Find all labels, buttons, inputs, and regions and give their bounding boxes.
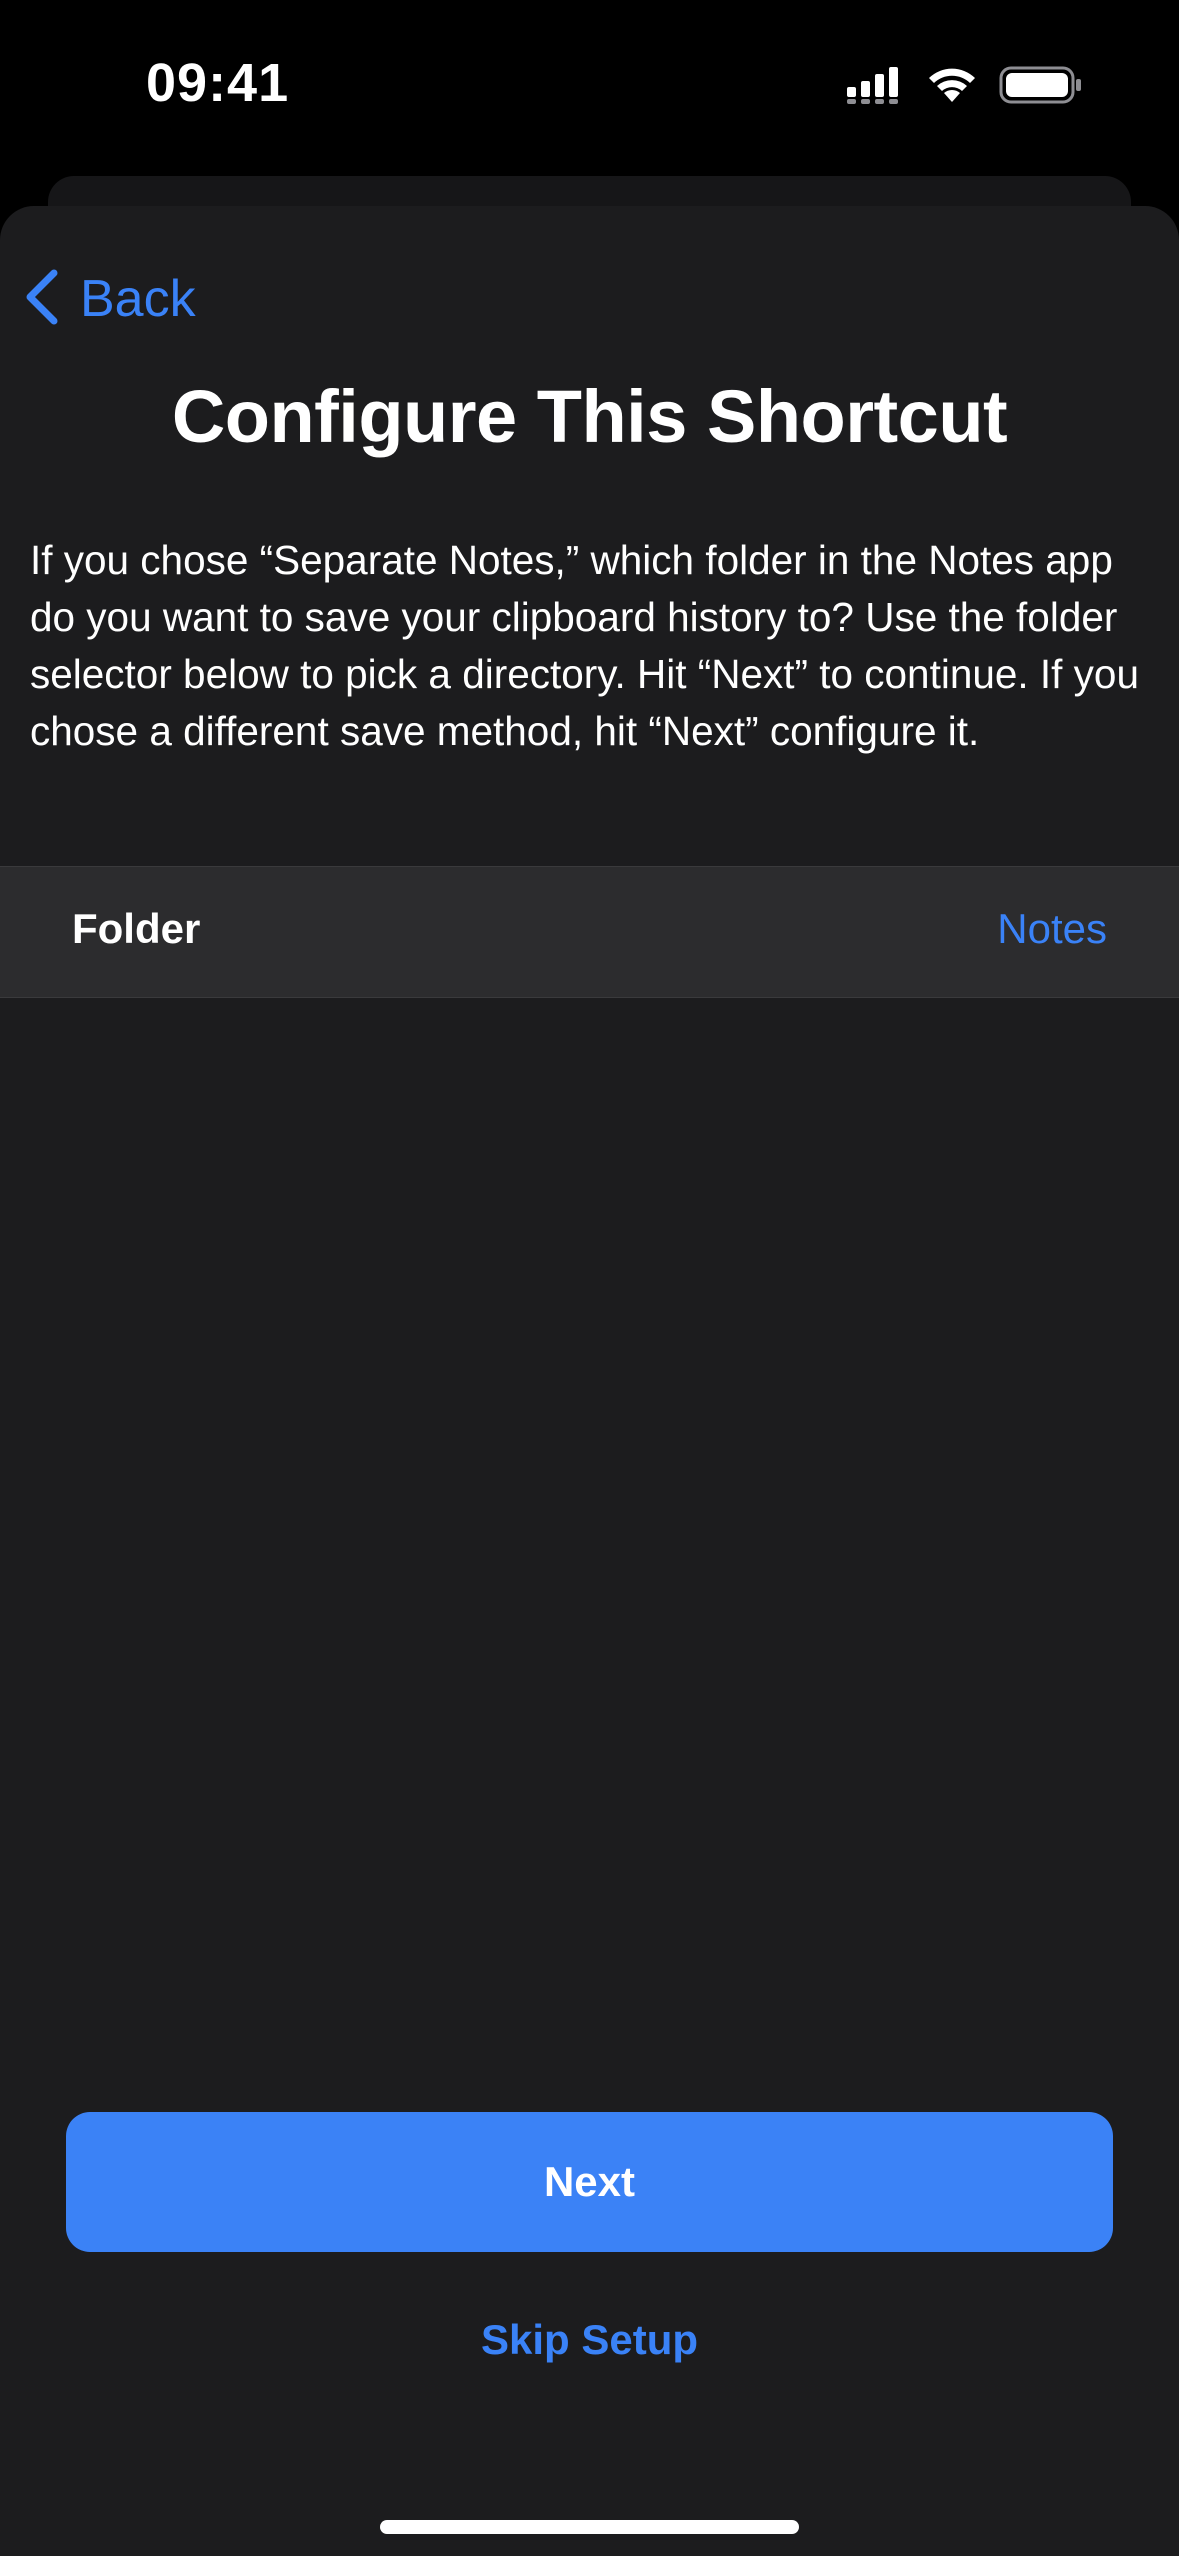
status-bar: 09:41 xyxy=(0,0,1179,170)
cellular-signal-icon xyxy=(845,65,905,110)
page-title: Configure This Shortcut xyxy=(171,375,1008,458)
chevron-left-icon xyxy=(22,267,62,332)
folder-label: Folder xyxy=(72,905,201,952)
next-button[interactable]: Next xyxy=(66,2112,1113,2252)
status-time: 09:41 xyxy=(146,53,290,113)
home-indicator[interactable] xyxy=(380,2520,799,2534)
skip-setup-button[interactable]: Skip Setup xyxy=(0,2316,1179,2364)
wifi-icon xyxy=(927,66,977,109)
back-button[interactable]: Back xyxy=(22,264,196,334)
folder-selector-row[interactable]: Folder Notes xyxy=(0,866,1179,998)
battery-icon xyxy=(999,65,1083,110)
status-icons xyxy=(845,62,1083,112)
back-label: Back xyxy=(80,270,196,328)
next-button-label: Next xyxy=(543,2158,636,2205)
screen: 09:41 Back Configure This Shortcut If yo… xyxy=(0,0,1179,2556)
configuration-sheet: Back Configure This Shortcut If you chos… xyxy=(0,206,1179,2556)
description-text: If you chose “Separate Notes,” which fol… xyxy=(30,537,1139,754)
folder-value[interactable]: Notes xyxy=(997,905,1107,953)
